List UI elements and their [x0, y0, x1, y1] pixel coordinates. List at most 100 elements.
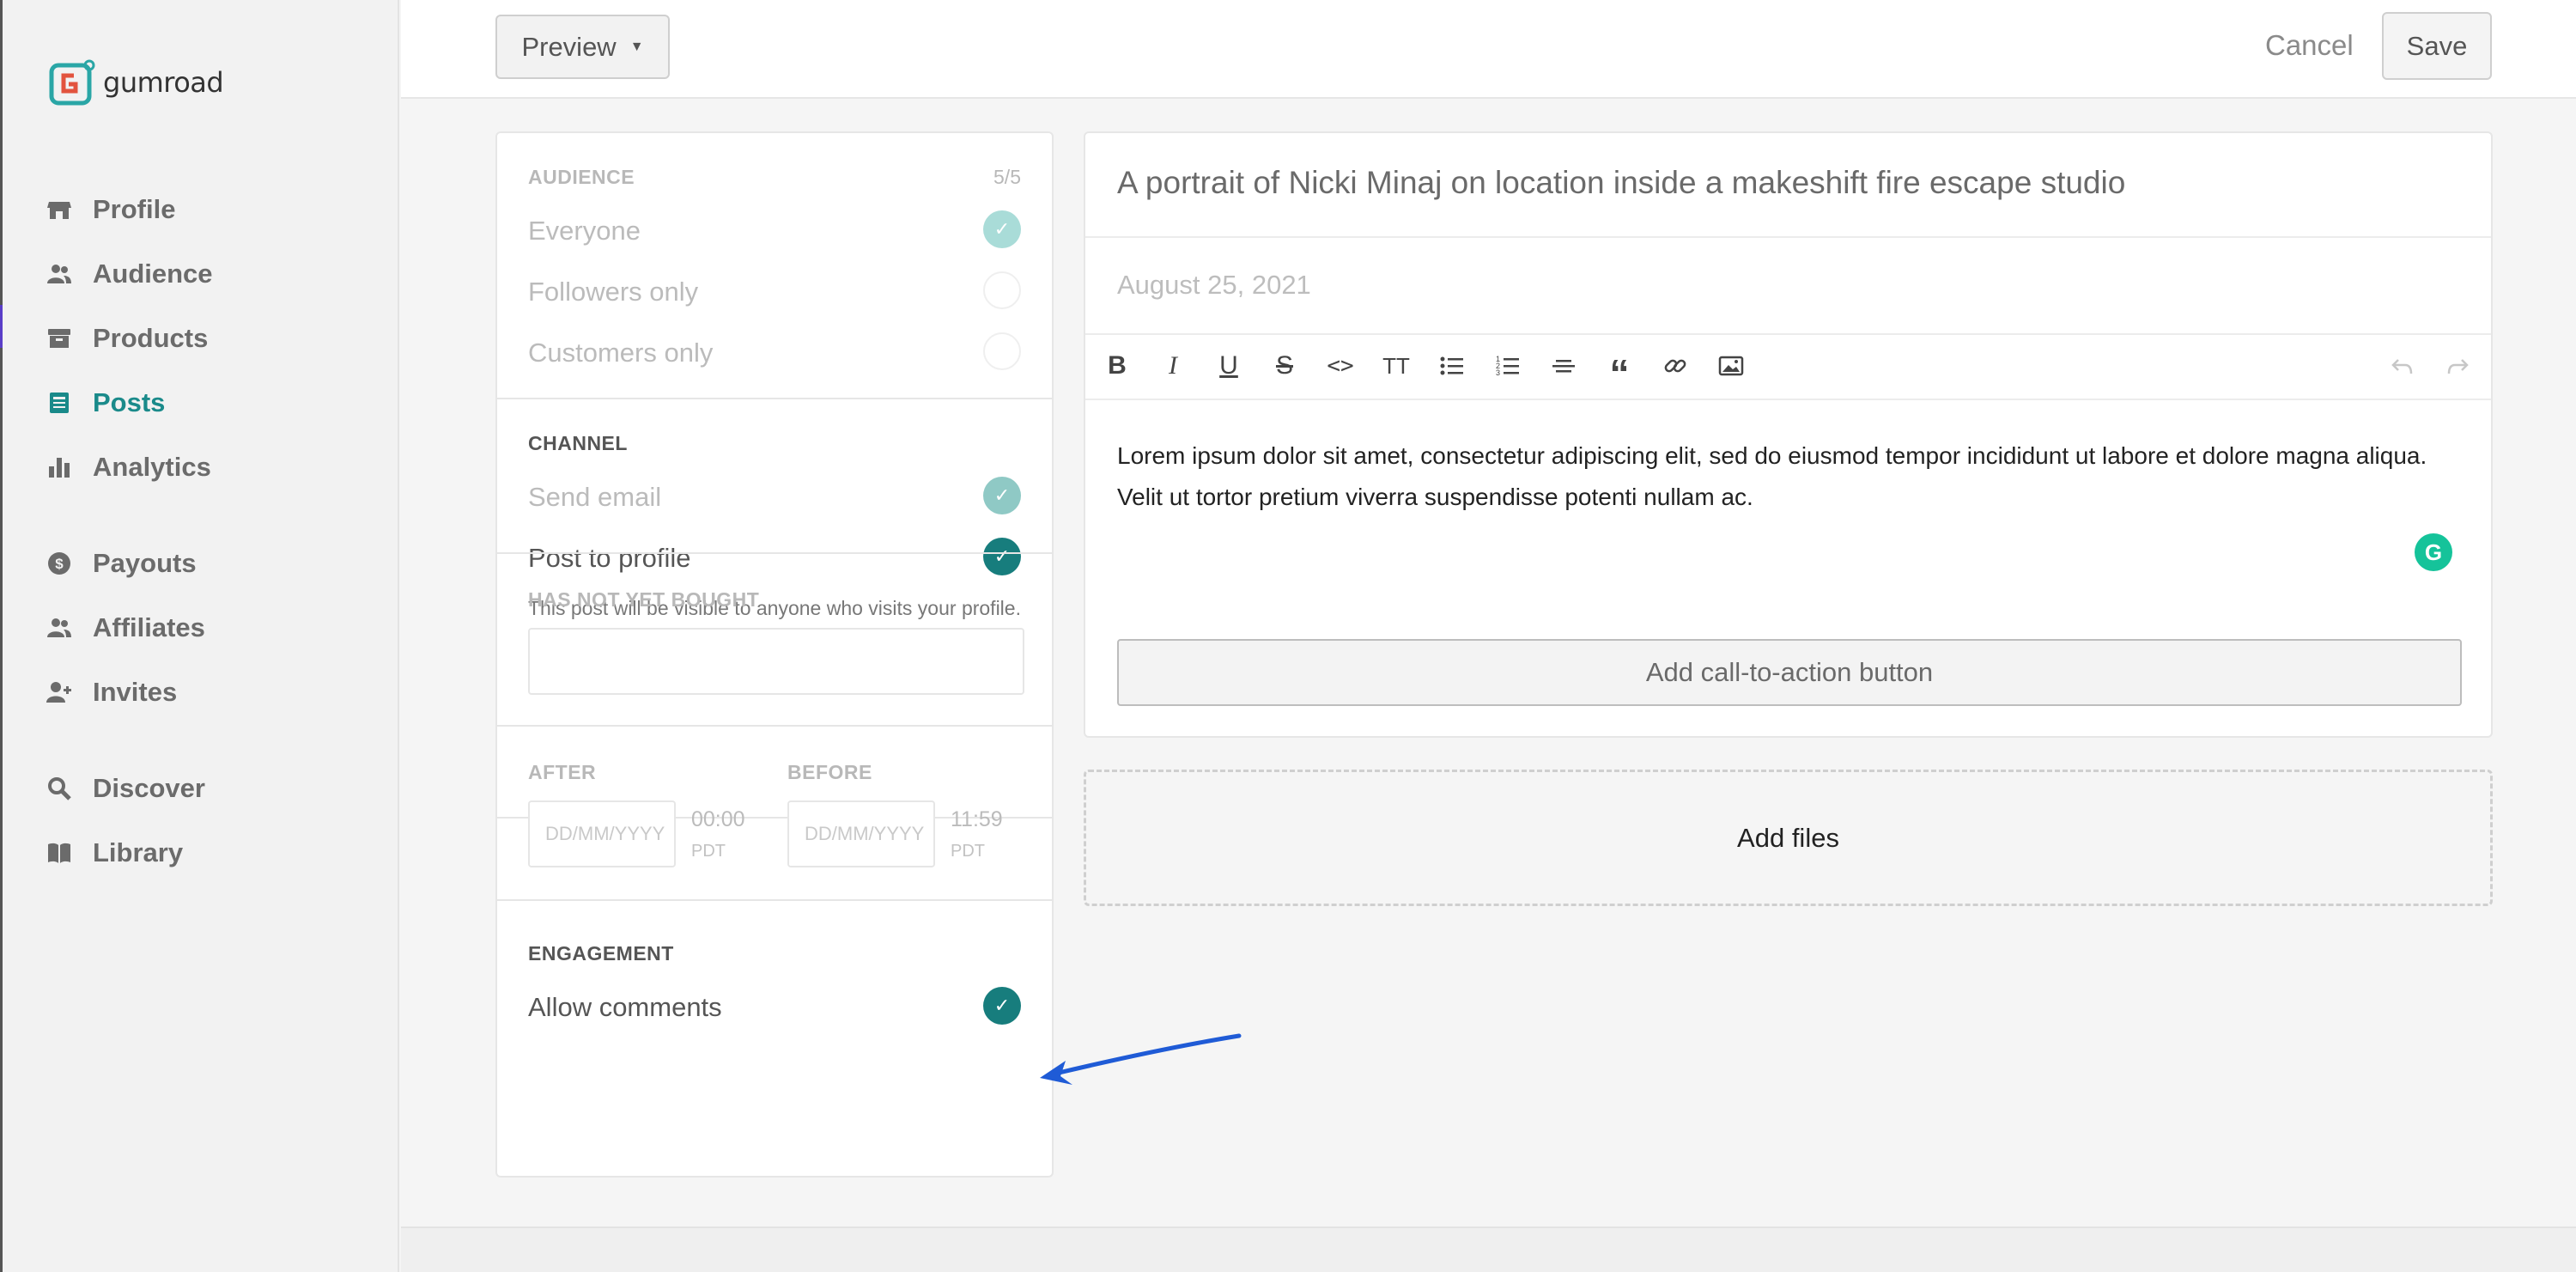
post-title-input[interactable]: A portrait of Nicki Minaj on location in… — [1117, 165, 2125, 201]
sidebar-item-invites[interactable]: Invites — [46, 660, 205, 724]
audience-option-label: Everyone — [528, 216, 641, 246]
blockquote-button[interactable]: “ — [1601, 347, 1638, 396]
check-icon: ✓ — [993, 484, 1011, 507]
audience-followers-radio[interactable] — [983, 271, 1021, 309]
book-icon — [48, 843, 70, 863]
post-body-editor[interactable]: Lorem ipsum dolor sit amet, consectetur … — [1117, 435, 2457, 518]
section-heading: CHANNEL — [528, 432, 628, 454]
undo-button[interactable] — [2384, 347, 2421, 385]
after-time[interactable]: 00:00 — [691, 807, 745, 832]
link-icon — [1664, 359, 1686, 373]
before-time[interactable]: 11:59 — [951, 807, 1003, 832]
sidebar-item-discover[interactable]: Discover — [46, 756, 205, 820]
sidebar-item-label: Posts — [93, 386, 166, 417]
text-size-icon: TT — [1382, 352, 1410, 379]
redo-button[interactable] — [2439, 347, 2476, 385]
engagement-section: ENGAGEMENT Allow comments ✓ — [497, 901, 1052, 1179]
image-icon — [1718, 356, 1744, 376]
store-icon — [47, 201, 71, 219]
post-settings-panel: AUDIENCE 5/5 Everyone ✓ Followers only C… — [495, 131, 1054, 1178]
bullet-list-button[interactable] — [1433, 347, 1471, 385]
text-size-button[interactable]: TT — [1377, 347, 1415, 385]
top-bar: Preview ▼ Cancel Save — [401, 0, 2576, 99]
sidebar-item-products[interactable]: Products — [46, 306, 213, 370]
sidebar-item-analytics[interactable]: Analytics — [46, 435, 213, 499]
quote-icon: “ — [1609, 351, 1630, 396]
preview-dropdown-button[interactable]: Preview ▼ — [495, 15, 670, 79]
newspaper-icon — [50, 392, 69, 413]
preview-label: Preview — [521, 31, 617, 62]
sidebar-nav-secondary: $ Payouts Affiliates Invites — [46, 531, 205, 724]
grammarly-icon[interactable]: G — [2415, 533, 2452, 571]
sidebar-item-affiliates[interactable]: Affiliates — [46, 595, 205, 660]
has-not-yet-bought-input[interactable] — [528, 628, 1024, 695]
section-heading: AUDIENCE — [528, 166, 635, 188]
cancel-button[interactable]: Cancel — [2265, 29, 2354, 62]
section-heading: ENGAGEMENT — [528, 942, 674, 965]
audience-option-label: Followers only — [528, 277, 699, 307]
sidebar-item-payouts[interactable]: $ Payouts — [46, 531, 205, 595]
link-button[interactable] — [1656, 347, 1694, 385]
post-editor: A portrait of Nicki Minaj on location in… — [1084, 131, 2493, 738]
code-button[interactable]: <> — [1321, 347, 1359, 385]
italic-icon: I — [1169, 351, 1177, 380]
horizontal-rule-icon — [1552, 360, 1575, 373]
horizontal-rule-button[interactable] — [1545, 347, 1583, 385]
strikethrough-icon: S — [1275, 351, 1293, 380]
send-email-checkbox[interactable]: ✓ — [983, 477, 1021, 514]
add-files-dropzone[interactable]: Add files — [1084, 770, 2493, 906]
numbered-list-button[interactable]: 123 — [1489, 347, 1527, 385]
sidebar-item-audience[interactable]: Audience — [46, 241, 213, 306]
after-date-input[interactable]: DD/MM/YYYY — [528, 800, 676, 867]
redo-icon — [2447, 359, 2469, 374]
users-icon — [47, 264, 71, 283]
sidebar-item-library[interactable]: Library — [46, 820, 205, 885]
formatting-toolbar: B I U S <> TT 123 “ — [1085, 335, 2491, 400]
image-button[interactable] — [1712, 347, 1750, 385]
window-edge-accent — [0, 305, 3, 348]
save-button[interactable]: Save — [2382, 12, 2492, 80]
section-heading: AFTER — [528, 761, 597, 783]
sidebar-item-label: Profile — [93, 193, 176, 224]
undo-icon — [2391, 359, 2413, 374]
section-heading: BEFORE — [787, 761, 872, 783]
gumroad-logo[interactable]: gumroad — [48, 58, 224, 107]
allow-comments-label: Allow comments — [528, 992, 722, 1022]
post-date-input[interactable]: August 25, 2021 — [1117, 270, 1311, 301]
sidebar-nav-tertiary: Discover Library — [46, 756, 205, 885]
italic-button[interactable]: I — [1154, 347, 1192, 385]
caret-down-icon: ▼ — [629, 39, 644, 54]
section-heading: HAS NOT YET BOUGHT — [528, 588, 760, 611]
svg-text:3: 3 — [1496, 368, 1500, 377]
before-timezone: PDT — [951, 842, 985, 861]
underline-button[interactable]: U — [1210, 347, 1248, 385]
svg-text:$: $ — [55, 556, 64, 572]
dollar-circle-icon: $ — [48, 551, 70, 575]
before-date-input[interactable]: DD/MM/YYYY — [787, 800, 935, 867]
date-range-section: AFTER BEFORE DD/MM/YYYY 00:00 PDT DD/MM/… — [497, 727, 1052, 901]
sidebar-nav-primary: Profile Audience Products Posts Analytic… — [46, 177, 213, 499]
bold-button[interactable]: B — [1098, 347, 1136, 385]
sidebar-item-label: Analytics — [93, 451, 211, 482]
bold-icon: B — [1108, 351, 1127, 380]
audience-option-label: Customers only — [528, 338, 714, 368]
sidebar-item-label: Payouts — [93, 547, 197, 578]
sidebar-item-label: Products — [93, 322, 209, 353]
audience-section: AUDIENCE 5/5 Everyone ✓ Followers only C… — [497, 133, 1052, 399]
bullet-list-icon — [1440, 356, 1463, 375]
allow-comments-checkbox[interactable]: ✓ — [983, 987, 1021, 1025]
after-timezone: PDT — [691, 842, 726, 861]
sidebar-item-posts[interactable]: Posts — [46, 370, 213, 435]
sidebar-item-profile[interactable]: Profile — [46, 177, 213, 241]
audience-everyone-radio[interactable]: ✓ — [983, 210, 1021, 248]
bar-chart-icon — [49, 457, 70, 478]
strikethrough-button[interactable]: S — [1266, 347, 1303, 385]
annotation-arrow — [1040, 1033, 1242, 1085]
window-edge — [0, 0, 3, 1272]
check-icon: ✓ — [993, 218, 1011, 240]
sidebar-item-label: Discover — [93, 772, 205, 803]
audience-count: 5/5 — [993, 166, 1021, 188]
add-cta-button[interactable]: Add call-to-action button — [1117, 639, 2462, 706]
underline-icon: U — [1219, 351, 1238, 380]
audience-customers-radio[interactable] — [983, 332, 1021, 370]
